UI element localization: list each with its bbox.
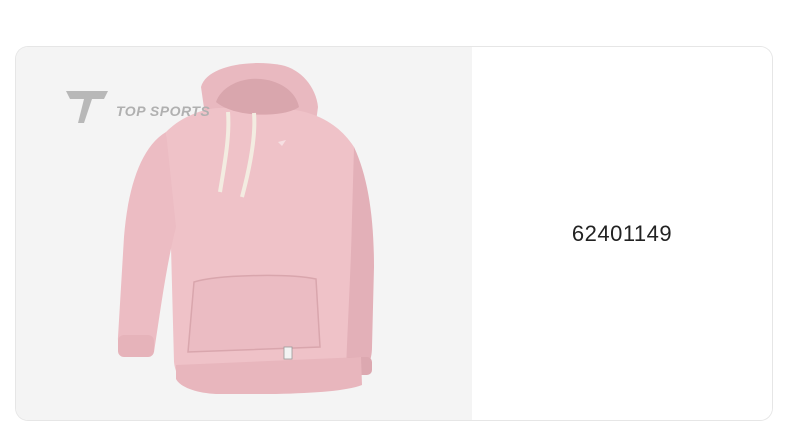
product-image[interactable]: TOP SPORTS bbox=[16, 47, 472, 420]
brand-logo-text: TOP SPORTS bbox=[116, 103, 211, 119]
product-info-panel: 62401149 bbox=[472, 47, 772, 420]
product-card[interactable]: TOP SPORTS 62401149 bbox=[16, 47, 772, 420]
product-code: 62401149 bbox=[571, 220, 673, 246]
brand-logo-icon bbox=[66, 91, 108, 123]
brand-logo: TOP SPORTS bbox=[64, 87, 210, 125]
